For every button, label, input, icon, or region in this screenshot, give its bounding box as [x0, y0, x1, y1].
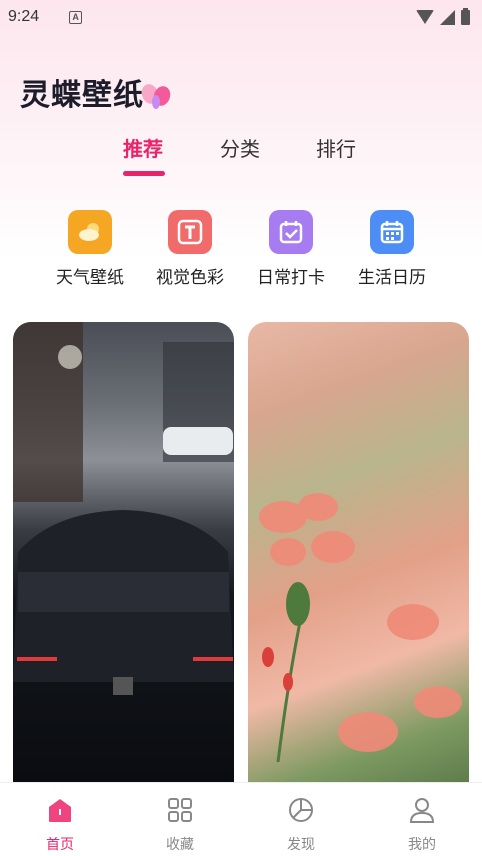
shortcut-label: 天气壁纸	[56, 268, 124, 288]
bottom-navigation: 首页 收藏 发现 我的	[0, 782, 482, 856]
wallpaper-card-flower[interactable]	[248, 322, 469, 782]
nav-favorites[interactable]: 收藏	[140, 795, 220, 854]
wifi-icon	[416, 10, 434, 24]
shortcut-color[interactable]: 视觉色彩	[140, 210, 240, 288]
grid-icon	[168, 798, 192, 822]
tab-category[interactable]: 分类	[220, 133, 260, 162]
nav-label: 发现	[287, 837, 315, 853]
pie-chart-icon	[289, 798, 313, 822]
text-t-icon	[168, 210, 212, 254]
car-wallpaper-image	[13, 322, 234, 695]
shortcut-checkin[interactable]: 日常打卡	[241, 210, 341, 288]
shortcut-label: 生活日历	[358, 268, 426, 288]
status-indicators	[416, 7, 470, 25]
butterfly-logo-icon	[141, 84, 171, 109]
shortcut-weather[interactable]: 天气壁纸	[40, 210, 140, 288]
flower-wallpaper-image	[259, 493, 462, 763]
calendar-check-icon	[269, 210, 313, 254]
nav-label: 收藏	[166, 837, 194, 853]
shortcut-label: 视觉色彩	[156, 268, 224, 288]
tab-active-indicator	[123, 171, 165, 176]
nav-profile[interactable]: 我的	[382, 795, 462, 854]
notification-icon: A	[69, 10, 83, 24]
tab-recommend[interactable]: 推荐	[123, 133, 163, 162]
calendar-icon	[370, 210, 414, 254]
shortcut-calendar[interactable]: 生活日历	[342, 210, 442, 288]
user-icon	[409, 798, 435, 823]
wallpaper-card-car[interactable]	[13, 322, 234, 782]
nav-label: 首页	[46, 837, 74, 853]
tab-ranking[interactable]: 排行	[316, 133, 356, 162]
nav-home[interactable]: 首页	[20, 795, 100, 854]
nav-discover[interactable]: 发现	[261, 795, 341, 854]
battery-icon	[461, 7, 470, 25]
status-bar: 9:24 A	[0, 0, 482, 34]
weather-icon	[68, 210, 112, 254]
nav-label: 我的	[408, 837, 436, 853]
shortcut-label: 日常打卡	[257, 268, 325, 288]
app-title: 灵蝶壁纸	[20, 78, 144, 113]
home-icon	[49, 799, 71, 822]
status-time: 9:24	[8, 8, 40, 25]
signal-icon	[440, 9, 455, 25]
category-tabs: 推荐 分类 排行	[0, 133, 482, 183]
